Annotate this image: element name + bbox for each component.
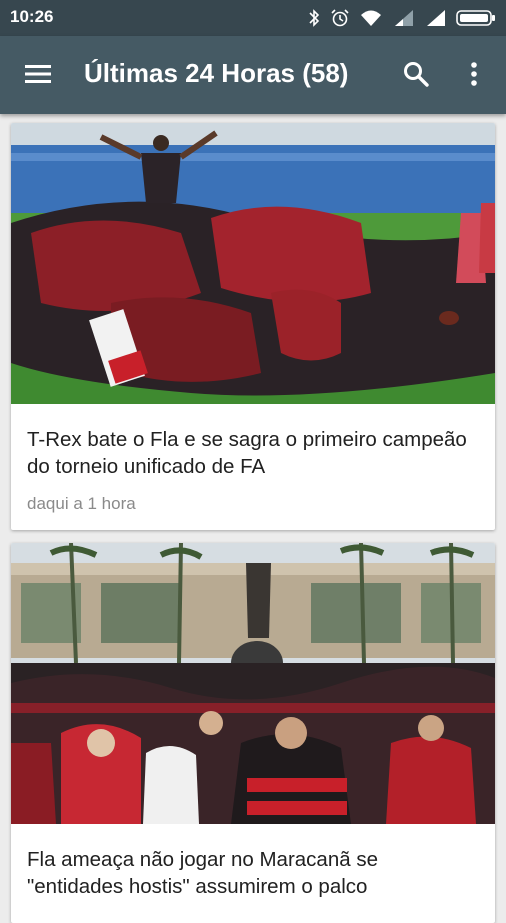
status-time: 10:26 — [10, 7, 54, 26]
signal-icon — [424, 9, 446, 27]
status-icons — [308, 7, 496, 29]
page-title: Últimas 24 Horas (58) — [84, 58, 349, 88]
article-time: daqui a 1 hora — [27, 494, 136, 513]
status-bar: 10:26 — [0, 0, 506, 36]
alarm-icon — [330, 8, 350, 28]
search-icon — [403, 61, 429, 92]
more-vert-icon — [470, 61, 478, 92]
article-photo[interactable] — [11, 543, 495, 824]
article-photo[interactable] — [11, 123, 495, 404]
news-card[interactable]: Fla ameaça não jogar no Maracanã se "ent… — [11, 543, 495, 923]
overflow-menu-button[interactable] — [452, 52, 496, 100]
battery-icon — [456, 9, 496, 27]
app-bar: Últimas 24 Horas (58) — [0, 36, 506, 114]
signal-icon — [392, 9, 414, 27]
wifi-icon — [360, 9, 382, 27]
menu-icon — [24, 63, 52, 90]
bluetooth-icon — [308, 8, 320, 28]
menu-button[interactable] — [14, 52, 62, 100]
search-button[interactable] — [392, 52, 440, 100]
article-title[interactable]: T-Rex bate o Fla e se sagra o primeiro c… — [27, 426, 479, 480]
article-title[interactable]: Fla ameaça não jogar no Maracanã se "ent… — [27, 846, 479, 900]
news-card[interactable]: T-Rex bate o Fla e se sagra o primeiro c… — [11, 123, 495, 530]
